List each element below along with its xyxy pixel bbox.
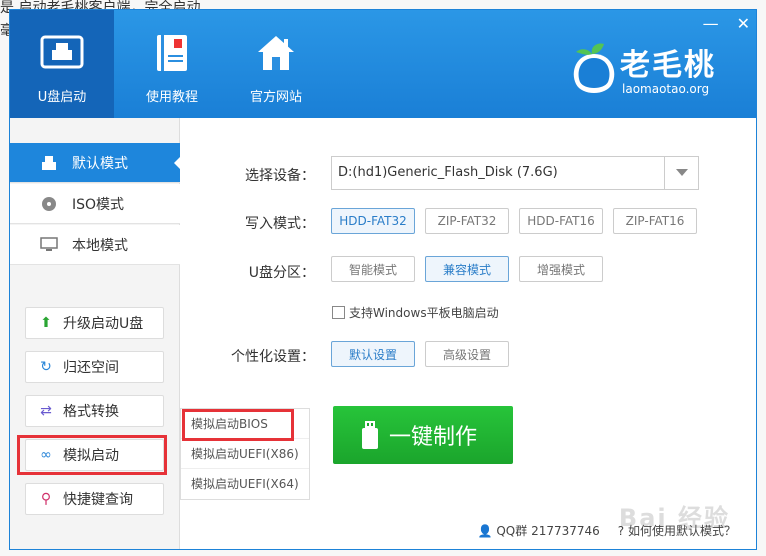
nav-label: 使用教程 [145, 90, 198, 105]
partition-enhanced[interactable]: 增强模式 [519, 256, 603, 282]
user-icon: 👤 [477, 524, 493, 538]
footer: 👤 QQ群 217737746 ? 如何使用默认模式？ [478, 522, 736, 539]
personal-settings-label: 个性化设置： [231, 349, 315, 365]
swap-icon: ⇄ [40, 403, 52, 419]
tablet-support-checkbox[interactable]: 支持Windows平板电脑启动 [332, 304, 499, 321]
checkbox-label: 支持Windows平板电脑启动 [349, 306, 499, 320]
help-link[interactable]: ? 如何使用默认模式？ [618, 522, 736, 539]
nav-label: U盘启动 [37, 90, 87, 105]
hotkey-query-button[interactable]: ⚲ 快捷键查询 [25, 483, 164, 515]
question-icon: ? [617, 524, 625, 538]
write-mode-hdd-fat32[interactable]: HDD-FAT32 [331, 208, 415, 234]
logo-url: laomaotao.org [622, 82, 710, 96]
monitor-icon [38, 236, 60, 253]
highlight-box [17, 435, 167, 475]
checkbox-box[interactable] [332, 306, 345, 319]
mode-label: 默认模式 [72, 155, 128, 172]
nav-website[interactable]: 官方网站 [224, 10, 328, 118]
help-link-label: 如何使用默认模式？ [627, 524, 736, 538]
restore-space-button[interactable]: ↻ 归还空间 [25, 351, 164, 383]
home-icon [253, 32, 299, 74]
mode-label: ISO模式 [72, 196, 125, 213]
partition-compatible[interactable]: 兼容模式 [425, 256, 509, 282]
chevron-down-icon[interactable] [664, 157, 698, 189]
brand-logo: 老毛桃 laomaotao.org [568, 38, 738, 102]
make-button-label: 一键制作 [389, 425, 478, 450]
upgrade-usb-button[interactable]: ⬆ 升级启动U盘 [25, 307, 164, 339]
format-convert-button[interactable]: ⇄ 格式转换 [25, 395, 164, 427]
arrow-up-icon: ⬆ [40, 315, 52, 331]
default-settings-button[interactable]: 默认设置 [331, 341, 415, 367]
write-mode-zip-fat16[interactable]: ZIP-FAT16 [613, 208, 697, 234]
partition-label: U盘分区： [248, 265, 315, 281]
write-mode-zip-fat32[interactable]: ZIP-FAT32 [425, 208, 509, 234]
partition-smart[interactable]: 智能模式 [331, 256, 415, 282]
qq-group-text: 👤 QQ群 217737746 [478, 522, 600, 539]
action-label: 格式转换 [63, 404, 119, 420]
logo-name: 老毛桃 [620, 48, 716, 83]
one-click-make-button[interactable]: 一键制作 [333, 406, 513, 464]
app-window: U盘启动 使用教程 官方网站 — ✕ 老毛桃 laomaotao.org 默认模… [9, 9, 757, 550]
close-button[interactable]: ✕ [737, 14, 750, 33]
device-label: 选择设备： [245, 168, 315, 184]
nav-tutorial[interactable]: 使用教程 [120, 10, 224, 118]
device-select[interactable]: D:(hd1)Generic_Flash_Disk (7.6G) [331, 156, 699, 190]
usb-stick-icon [361, 420, 379, 450]
usb-drive-icon [39, 32, 85, 74]
action-label: 升级启动U盘 [63, 316, 144, 332]
advanced-settings-button[interactable]: 高级设置 [425, 341, 509, 367]
action-label: 归还空间 [63, 360, 119, 376]
mode-iso[interactable]: ISO模式 [10, 184, 180, 224]
highlight-box [182, 409, 294, 441]
disc-icon [38, 196, 60, 212]
device-value: D:(hd1)Generic_Flash_Disk (7.6G) [338, 165, 558, 180]
peach-logo-icon [573, 43, 615, 93]
book-icon [149, 32, 195, 74]
search-icon: ⚲ [40, 491, 52, 507]
minimize-button[interactable]: — [703, 14, 719, 33]
usb-icon [38, 155, 60, 171]
mode-default[interactable]: 默认模式 [10, 143, 181, 183]
mode-local[interactable]: 本地模式 [10, 225, 180, 265]
refresh-icon: ↻ [40, 359, 52, 375]
sidebar: 默认模式 ISO模式 本地模式 ⬆ 升级启动U盘 ↻ 归还空间 ⇄ 格式转换 ∞… [10, 118, 181, 549]
qq-group-value: QQ群 217737746 [496, 524, 600, 538]
action-label: 快捷键查询 [63, 492, 133, 508]
nav-usb-boot[interactable]: U盘启动 [10, 10, 114, 118]
submenu-uefi-x86[interactable]: 模拟启动UEFI(X86) [181, 439, 309, 469]
submenu-uefi-x64[interactable]: 模拟启动UEFI(X64) [181, 469, 309, 499]
nav-label: 官方网站 [249, 90, 302, 105]
top-bar: U盘启动 使用教程 官方网站 — ✕ 老毛桃 laomaotao.org [10, 10, 756, 118]
write-mode-hdd-fat16[interactable]: HDD-FAT16 [519, 208, 603, 234]
mode-label: 本地模式 [72, 237, 128, 254]
write-mode-label: 写入模式： [245, 216, 315, 232]
